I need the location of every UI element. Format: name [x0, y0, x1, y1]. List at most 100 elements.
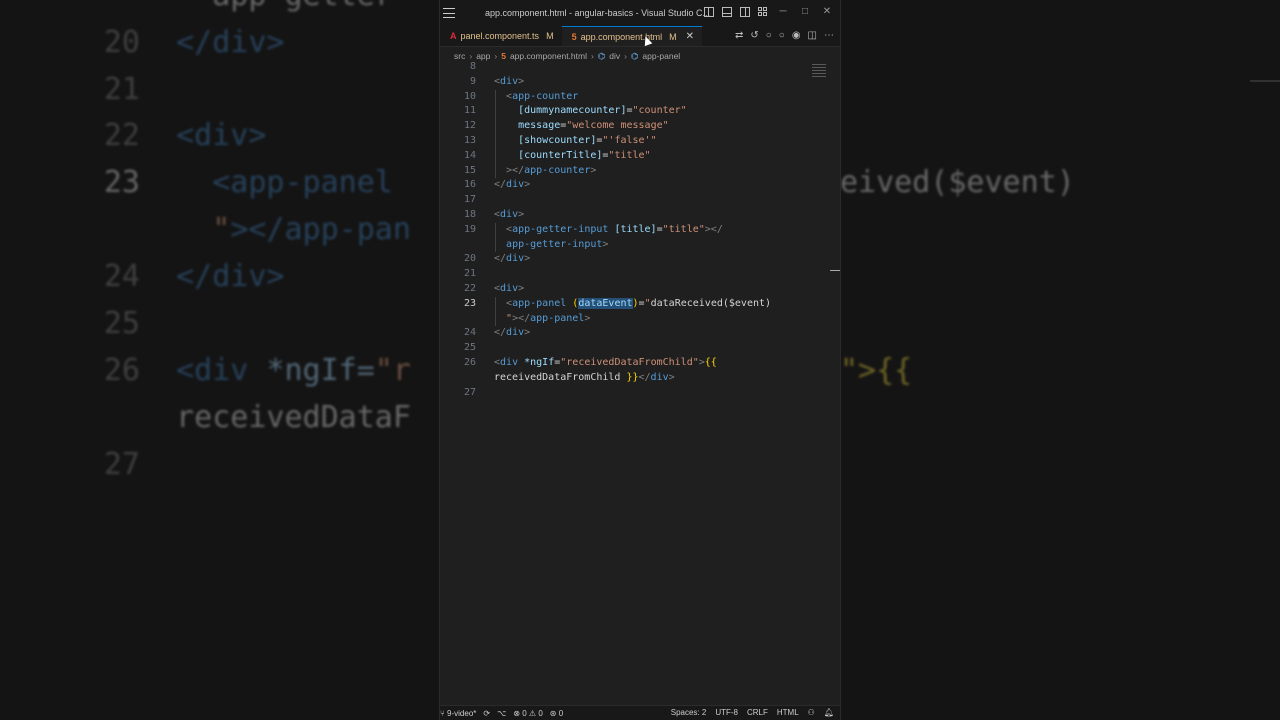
background-code-token: <div> — [176, 118, 267, 153]
sync-icon[interactable]: ⟳ — [483, 709, 490, 718]
eol-selector[interactable]: CRLF — [747, 708, 768, 717]
code-text: ></app-counter> — [494, 164, 596, 179]
code-token: app-panel — [530, 312, 585, 324]
background-line-number: 22 — [103, 118, 140, 153]
branch-indicator[interactable]: ⑂ 9-video* — [440, 709, 476, 718]
timeline-icon[interactable]: ◉ — [792, 30, 801, 41]
code-token: > — [584, 312, 591, 324]
modified-badge: M — [546, 31, 554, 41]
notifications-bell-icon[interactable]: 🔔︎ — [824, 708, 834, 717]
background-line-number: 25 — [103, 306, 140, 341]
code-line[interactable]: 15 ></app-counter> — [440, 164, 820, 179]
line-number: 24 — [463, 327, 476, 339]
code-token: > — [524, 327, 531, 339]
code-line[interactable]: 20 </div> — [440, 252, 820, 267]
code-line[interactable]: 25 — [440, 341, 820, 356]
customize-layout-icon[interactable] — [758, 6, 768, 17]
indentation-selector[interactable]: Spaces: 2 — [671, 708, 707, 717]
window-title: app.component.html - angular-basics - Vi… — [485, 8, 710, 18]
background-code-token: <div — [176, 353, 267, 388]
background-code-line: 26 <div *ngIf="r — [80, 353, 411, 388]
line-number: 25 — [463, 342, 476, 354]
background-code-line: 20 </div> — [80, 25, 285, 60]
code-line[interactable]: 19 <app-getter-input [title]="title"></ — [440, 223, 820, 238]
toggle-sidebar-icon[interactable] — [704, 6, 714, 17]
line-number: 16 — [463, 179, 476, 191]
code-line[interactable]: 21 — [440, 267, 820, 282]
code-token: ></ — [704, 223, 723, 235]
code-token: div — [506, 327, 525, 339]
toggle-panel-icon[interactable] — [722, 6, 732, 17]
code-token: *ngIf — [524, 357, 555, 368]
previous-change-icon[interactable]: ○ — [766, 30, 772, 41]
code-line[interactable]: 14 [counterTitle]="title" — [440, 149, 820, 164]
editor-tabs: A panel.component.ts M 5 app.component.h… — [440, 26, 840, 47]
background-line-number: 27 — [103, 447, 140, 482]
line-number: 27 — [463, 386, 476, 398]
code-editor[interactable]: 8 9 <div> 10 <app-counter 11 [dummynamecount… — [440, 61, 840, 706]
code-line[interactable]: 11 [dummynamecounter]="counter" — [440, 104, 820, 119]
line-number: 13 — [463, 135, 476, 146]
code-line[interactable]: 22 <div> — [440, 282, 820, 297]
code-line[interactable]: 26 <div *ngIf="receivedDataFromChild">{{ — [440, 356, 820, 371]
modified-badge: M — [669, 31, 677, 42]
minimize-button[interactable]: ─ — [776, 6, 790, 17]
code-token: </ — [494, 179, 507, 191]
code-line[interactable]: 18 <div> — [440, 208, 820, 223]
code-token: receivedDataFromChild — [494, 371, 627, 383]
code-text: <div> — [494, 282, 524, 297]
compare-changes-icon[interactable]: ⇄ — [735, 30, 743, 41]
background-code-line: 21 — [80, 72, 176, 107]
code-line[interactable]: 10 <app-counter — [440, 90, 820, 105]
more-actions-icon[interactable]: ⋯ — [824, 30, 834, 41]
copilot-icon[interactable]: ⚇ — [808, 708, 815, 717]
code-token: > — [524, 179, 531, 191]
code-line[interactable]: 12 message="welcome message" — [440, 119, 820, 134]
revert-icon[interactable]: ↺ — [750, 30, 758, 41]
code-line[interactable]: 9 <div> — [440, 75, 820, 90]
code-token: message — [518, 120, 561, 132]
close-window-button[interactable]: ✕ — [820, 6, 834, 17]
scrollbar-marker — [830, 270, 840, 271]
code-token: div — [506, 179, 525, 191]
code-token: > — [518, 283, 525, 294]
close-tab-icon[interactable]: ✕ — [686, 31, 694, 42]
language-mode-selector[interactable]: HTML — [777, 708, 799, 717]
menu-icon[interactable] — [443, 8, 457, 18]
code-line[interactable]: app-getter-input> — [440, 238, 820, 253]
code-token: div — [650, 371, 669, 383]
code-token: "welcome message" — [566, 120, 669, 132]
code-line[interactable]: "></app-panel> — [440, 312, 820, 327]
code-token: app-counter — [524, 164, 591, 176]
code-line[interactable]: 23 <app-panel (dataEvent)="dataReceived(… — [440, 297, 820, 312]
next-change-icon[interactable]: ○ — [779, 30, 785, 41]
background-code-fragment: eived($event) — [840, 165, 1075, 200]
line-number: 11 — [463, 105, 476, 117]
code-line[interactable]: 13 [showcounter]="'false'" — [440, 134, 820, 149]
background-code-token: </div> — [176, 259, 285, 294]
line-number: 12 — [463, 120, 476, 132]
ports-indicator[interactable]: ⊛ 0 — [550, 709, 563, 718]
indent-guide — [495, 222, 496, 253]
code-line[interactable]: 8 — [440, 60, 820, 75]
code-text: <app-counter — [494, 90, 578, 105]
code-line[interactable]: receivedDataFromChild }}</div> — [440, 371, 820, 386]
indent-guide — [495, 296, 496, 327]
code-line[interactable]: 16 </div> — [440, 178, 820, 193]
toggle-secondary-sidebar-icon[interactable] — [740, 6, 750, 17]
code-line[interactable]: 17 — [440, 193, 820, 208]
code-line[interactable]: 27 — [440, 386, 820, 401]
source-control-graph-icon[interactable]: ⌥ — [497, 709, 506, 718]
maximize-button[interactable]: □ — [798, 6, 812, 17]
tab-app-component-html[interactable]: 5 app.component.html M ✕ — [561, 26, 703, 46]
code-line[interactable]: 24 </div> — [440, 326, 820, 341]
code-token: dataReceived($event) — [650, 297, 772, 309]
code-token: </ — [638, 371, 651, 383]
problems-indicator[interactable]: ⊗ 0 ⚠ 0 — [513, 709, 542, 718]
code-token: }} — [626, 371, 639, 383]
split-editor-icon[interactable]: ◫ — [808, 30, 817, 41]
tab-panel-component-ts[interactable]: A panel.component.ts M — [440, 26, 562, 46]
encoding-selector[interactable]: UTF-8 — [715, 708, 738, 717]
